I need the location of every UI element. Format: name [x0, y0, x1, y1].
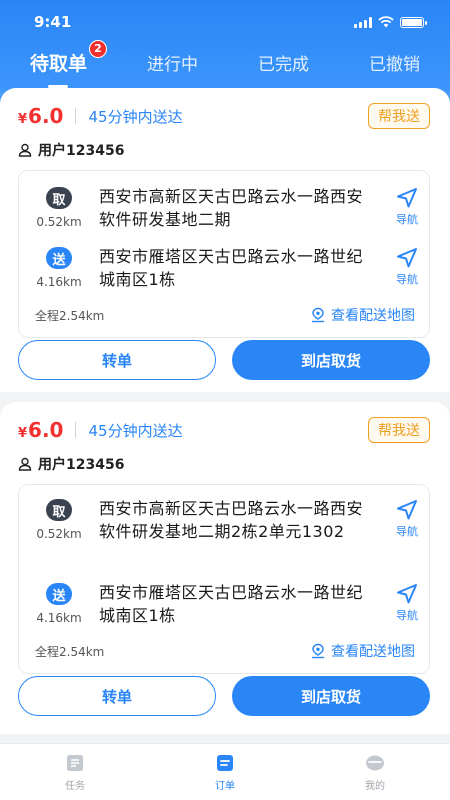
- view-map-label: 查看配送地图: [331, 308, 415, 324]
- dropoff-badge: 送: [46, 583, 72, 605]
- tab-label: 已完成: [257, 54, 309, 75]
- customer-info: 用户123456: [18, 454, 124, 474]
- tabbar-label: 任务: [65, 781, 85, 792]
- pickup-address: 西安市高新区天古巴路云水一路西安软件研发基地二期2栋2单元1302: [99, 499, 364, 541]
- tab-completed[interactable]: 已完成: [254, 44, 313, 81]
- pickup-distance: 0.52km: [36, 215, 82, 229]
- dropoff-distance: 4.16km: [36, 611, 82, 625]
- divider: [75, 108, 77, 124]
- transfer-order-button[interactable]: 转单: [18, 676, 216, 716]
- pickup-address: 西安市高新区天古巴路云水一路西安软件研发基地二期: [99, 187, 364, 229]
- dropoff-navigate-button[interactable]: 导航: [385, 581, 429, 627]
- divider: [75, 422, 77, 438]
- user-icon: [18, 457, 32, 471]
- customer-name: 用户123456: [38, 143, 125, 159]
- route-box: 取 0.52km 西安市高新区天古巴路云水一路西安软件研发基地二期 导航 送 4.1…: [18, 170, 430, 338]
- tabbar-item-profile[interactable]: 我的: [335, 752, 415, 792]
- wifi-icon: [378, 16, 394, 28]
- navigation-arrow-icon: [397, 188, 417, 208]
- pickup-stop: 取 0.52km 西安市高新区天古巴路云水一路西安软件研发基地二期2栋2单元130…: [19, 497, 429, 543]
- order-type-tag: 帮我送: [368, 103, 430, 129]
- signal-icon: [354, 16, 372, 28]
- tab-cancelled[interactable]: 已撤销: [365, 44, 424, 81]
- battery-icon: [400, 16, 427, 28]
- tab-label: 已撤销: [368, 54, 420, 75]
- order-status-tabs: 待取单 2 进行中 已完成 已撤销: [0, 39, 450, 88]
- order-icon: [217, 755, 233, 771]
- view-map-label: 查看配送地图: [331, 644, 415, 660]
- dropoff-stop: 送 4.16km 西安市雁塔区天古巴路云水一路世纪城南区1栋 导航: [19, 245, 429, 291]
- order-header: ¥6.0 45分钟内送达 帮我送: [18, 416, 430, 444]
- tabbar-label: 订单: [215, 781, 235, 792]
- route-footer: 全程2.54km 查看配送地图: [35, 641, 415, 661]
- nav-label: 导航: [396, 609, 418, 622]
- navigation-arrow-icon: [397, 248, 417, 268]
- order-price: ¥6.0: [18, 104, 64, 128]
- pickup-badge: 取: [46, 499, 72, 521]
- dropoff-address: 西安市雁塔区天古巴路云水一路世纪城南区1栋: [99, 247, 364, 289]
- pickup-badge: 取: [46, 187, 72, 209]
- tabbar-item-tasks[interactable]: 任务: [35, 752, 115, 792]
- delivery-eta: 45分钟内送达: [88, 421, 183, 440]
- transfer-order-button[interactable]: 转单: [18, 340, 216, 380]
- map-pin-icon: [312, 307, 324, 323]
- arrive-pickup-button[interactable]: 到店取货: [232, 340, 430, 380]
- view-map-link[interactable]: 查看配送地图: [310, 305, 415, 325]
- navigation-arrow-icon: [397, 584, 417, 604]
- status-time: 9:41: [34, 13, 72, 31]
- customer-name: 用户123456: [38, 457, 125, 473]
- status-icons: [354, 16, 427, 28]
- order-card: ¥6.0 45分钟内送达 帮我送 用户123456 取 0.52km 西安市高新区…: [0, 88, 450, 392]
- tab-label: 进行中: [146, 54, 198, 75]
- view-map-link[interactable]: 查看配送地图: [310, 641, 415, 661]
- user-icon: [18, 143, 32, 157]
- task-icon: [67, 755, 83, 771]
- arrive-pickup-button[interactable]: 到店取货: [232, 676, 430, 716]
- map-pin-icon: [312, 643, 324, 659]
- tabbar-label: 我的: [365, 781, 385, 792]
- order-type-tag: 帮我送: [368, 417, 430, 443]
- tab-pending-pickup[interactable]: 待取单 2: [26, 39, 107, 88]
- pickup-stop: 取 0.52km 西安市高新区天古巴路云水一路西安软件研发基地二期 导航: [19, 185, 429, 231]
- total-distance: 全程2.54km: [35, 644, 105, 659]
- pickup-navigate-button[interactable]: 导航: [385, 497, 429, 543]
- profile-icon: [366, 755, 384, 771]
- pickup-distance: 0.52km: [36, 527, 82, 541]
- tab-label: 待取单: [29, 52, 87, 75]
- status-bar: 9:41: [0, 0, 450, 44]
- nav-label: 导航: [396, 213, 418, 226]
- dropoff-stop: 送 4.16km 西安市雁塔区天古巴路云水一路世纪城南区1栋 导航: [19, 581, 429, 627]
- dropoff-badge: 送: [46, 247, 72, 269]
- tab-in-progress[interactable]: 进行中: [143, 44, 202, 81]
- pickup-navigate-button[interactable]: 导航: [385, 185, 429, 231]
- customer-info: 用户123456: [18, 140, 124, 160]
- dropoff-navigate-button[interactable]: 导航: [385, 245, 429, 291]
- order-card: ¥6.0 45分钟内送达 帮我送 用户123456 取 0.52km 西安市高新区…: [0, 402, 450, 734]
- tab-badge: 2: [89, 39, 107, 58]
- route-box: 取 0.52km 西安市高新区天古巴路云水一路西安软件研发基地二期2栋2单元130…: [18, 484, 430, 674]
- dropoff-address: 西安市雁塔区天古巴路云水一路世纪城南区1栋: [99, 583, 364, 625]
- nav-label: 导航: [396, 273, 418, 286]
- total-distance: 全程2.54km: [35, 308, 105, 323]
- dropoff-distance: 4.16km: [36, 275, 82, 289]
- tabbar-item-orders[interactable]: 订单: [185, 752, 265, 792]
- order-actions: 转单 到店取货: [18, 676, 430, 716]
- route-footer: 全程2.54km 查看配送地图: [35, 305, 415, 325]
- order-price: ¥6.0: [18, 418, 64, 442]
- order-actions: 转单 到店取货: [18, 340, 430, 380]
- navigation-arrow-icon: [397, 500, 417, 520]
- bottom-tab-bar: 任务 订单 我的: [0, 743, 450, 800]
- delivery-eta: 45分钟内送达: [88, 107, 183, 126]
- order-header: ¥6.0 45分钟内送达 帮我送: [18, 102, 430, 130]
- nav-label: 导航: [396, 525, 418, 538]
